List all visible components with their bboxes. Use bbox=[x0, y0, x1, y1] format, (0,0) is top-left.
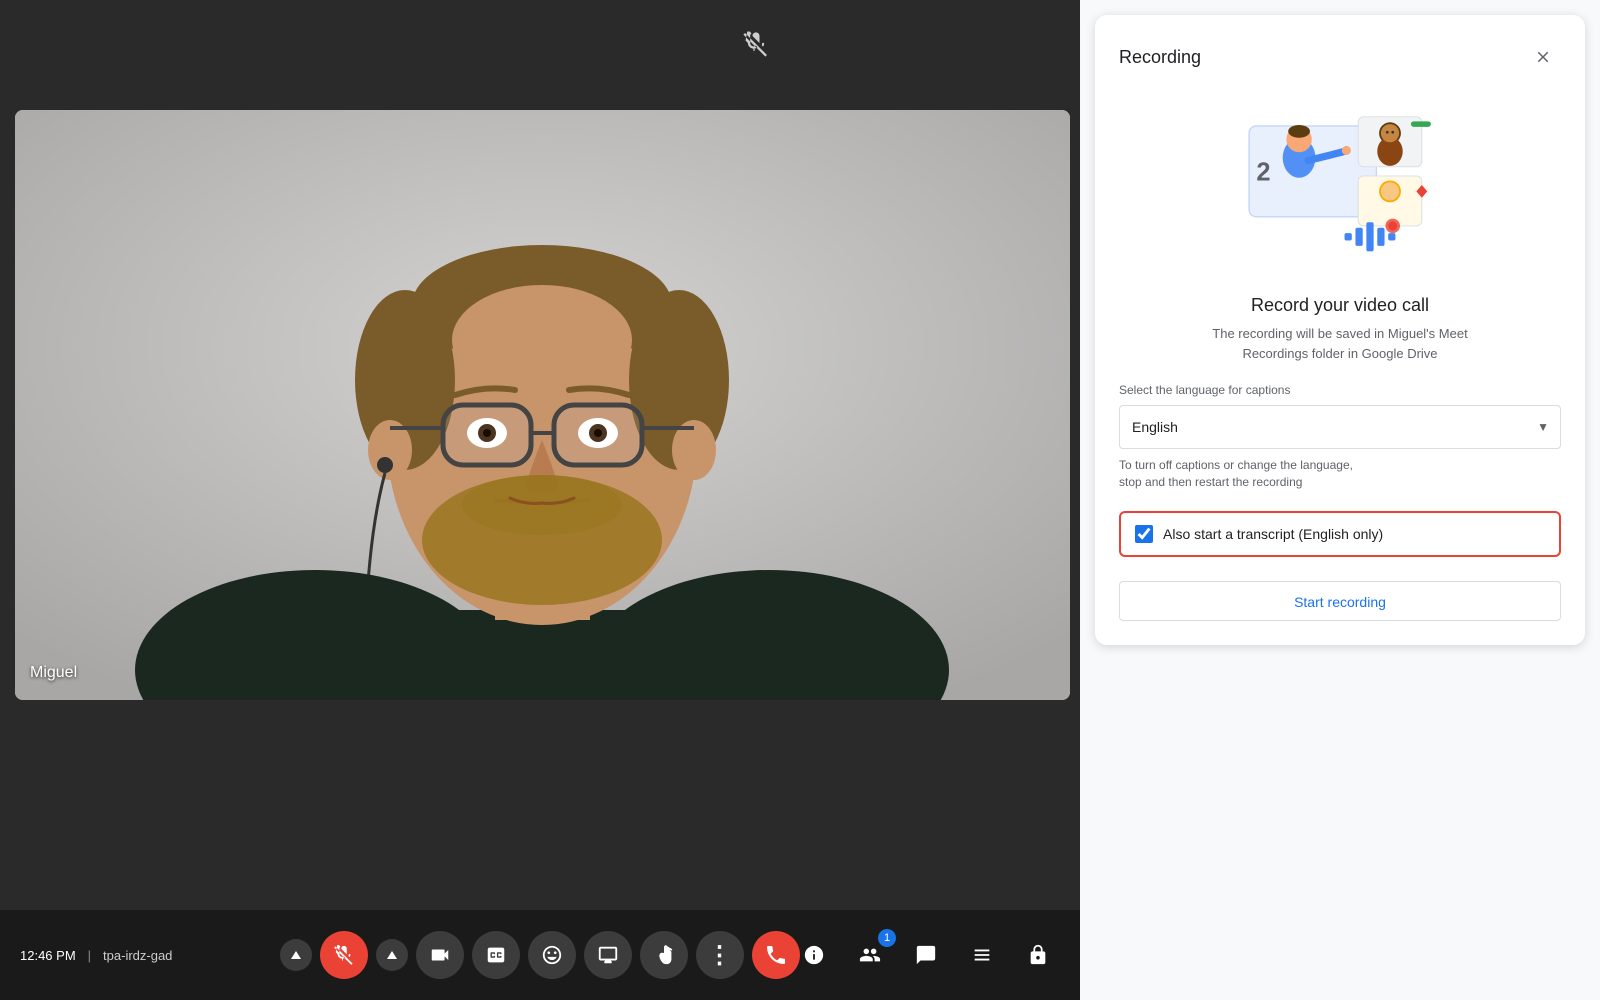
video-area: Miguel 12:46 PM | tpa-irdz-gad bbox=[0, 0, 1080, 1000]
video-container bbox=[15, 110, 1070, 700]
toolbar-center: ⋮ bbox=[280, 931, 800, 979]
video-person-svg bbox=[15, 110, 1070, 700]
transcript-label[interactable]: Also start a transcript (English only) bbox=[1163, 526, 1383, 542]
activities-button[interactable] bbox=[960, 933, 1004, 977]
close-panel-button[interactable] bbox=[1525, 39, 1561, 75]
toggle-camera-button[interactable] bbox=[416, 931, 464, 979]
toolbar: 12:46 PM | tpa-irdz-gad bbox=[0, 910, 1080, 1000]
recording-panel: Recording bbox=[1095, 15, 1585, 645]
recording-illustration: 2 bbox=[1119, 95, 1561, 275]
captions-button[interactable] bbox=[472, 931, 520, 979]
people-badge: 1 bbox=[878, 929, 896, 947]
host-controls-button[interactable] bbox=[1016, 933, 1060, 977]
cam-arrow-button[interactable] bbox=[376, 939, 408, 971]
present-button[interactable] bbox=[584, 931, 632, 979]
video-feed bbox=[15, 110, 1070, 700]
people-button[interactable]: 1 bbox=[848, 933, 892, 977]
caption-label: Select the language for captions bbox=[1119, 383, 1561, 397]
muted-mic-indicator bbox=[742, 30, 770, 65]
participant-name-label: Miguel bbox=[30, 664, 77, 682]
meeting-info-button[interactable] bbox=[792, 933, 836, 977]
mic-arrow-button[interactable] bbox=[280, 939, 312, 971]
transcript-checkbox[interactable] bbox=[1135, 525, 1153, 543]
raise-hand-button[interactable] bbox=[640, 931, 688, 979]
more-options-button[interactable]: ⋮ bbox=[696, 931, 744, 979]
meeting-code: tpa-irdz-gad bbox=[103, 948, 172, 963]
time-separator: | bbox=[88, 948, 91, 963]
transcript-row[interactable]: Also start a transcript (English only) bbox=[1119, 511, 1561, 557]
toolbar-left: 12:46 PM | tpa-irdz-gad bbox=[20, 948, 172, 963]
record-subtitle: The recording will be saved in Miguel's … bbox=[1119, 324, 1561, 363]
caption-hint: To turn off captions or change the langu… bbox=[1119, 457, 1561, 491]
panel-title: Recording bbox=[1119, 47, 1201, 68]
record-title: Record your video call bbox=[1119, 295, 1561, 316]
language-select-wrapper: English Spanish French German Portuguese bbox=[1119, 405, 1561, 449]
language-select[interactable]: English Spanish French German Portuguese bbox=[1119, 405, 1561, 449]
start-recording-button[interactable]: Start recording bbox=[1119, 581, 1561, 621]
panel-header: Recording bbox=[1119, 39, 1561, 75]
svg-text:2: 2 bbox=[1256, 158, 1270, 186]
toolbar-right: 1 bbox=[792, 933, 1060, 977]
chat-button[interactable] bbox=[904, 933, 948, 977]
mute-mic-button[interactable] bbox=[320, 931, 368, 979]
meeting-time: 12:46 PM bbox=[20, 948, 76, 963]
emoji-button[interactable] bbox=[528, 931, 576, 979]
